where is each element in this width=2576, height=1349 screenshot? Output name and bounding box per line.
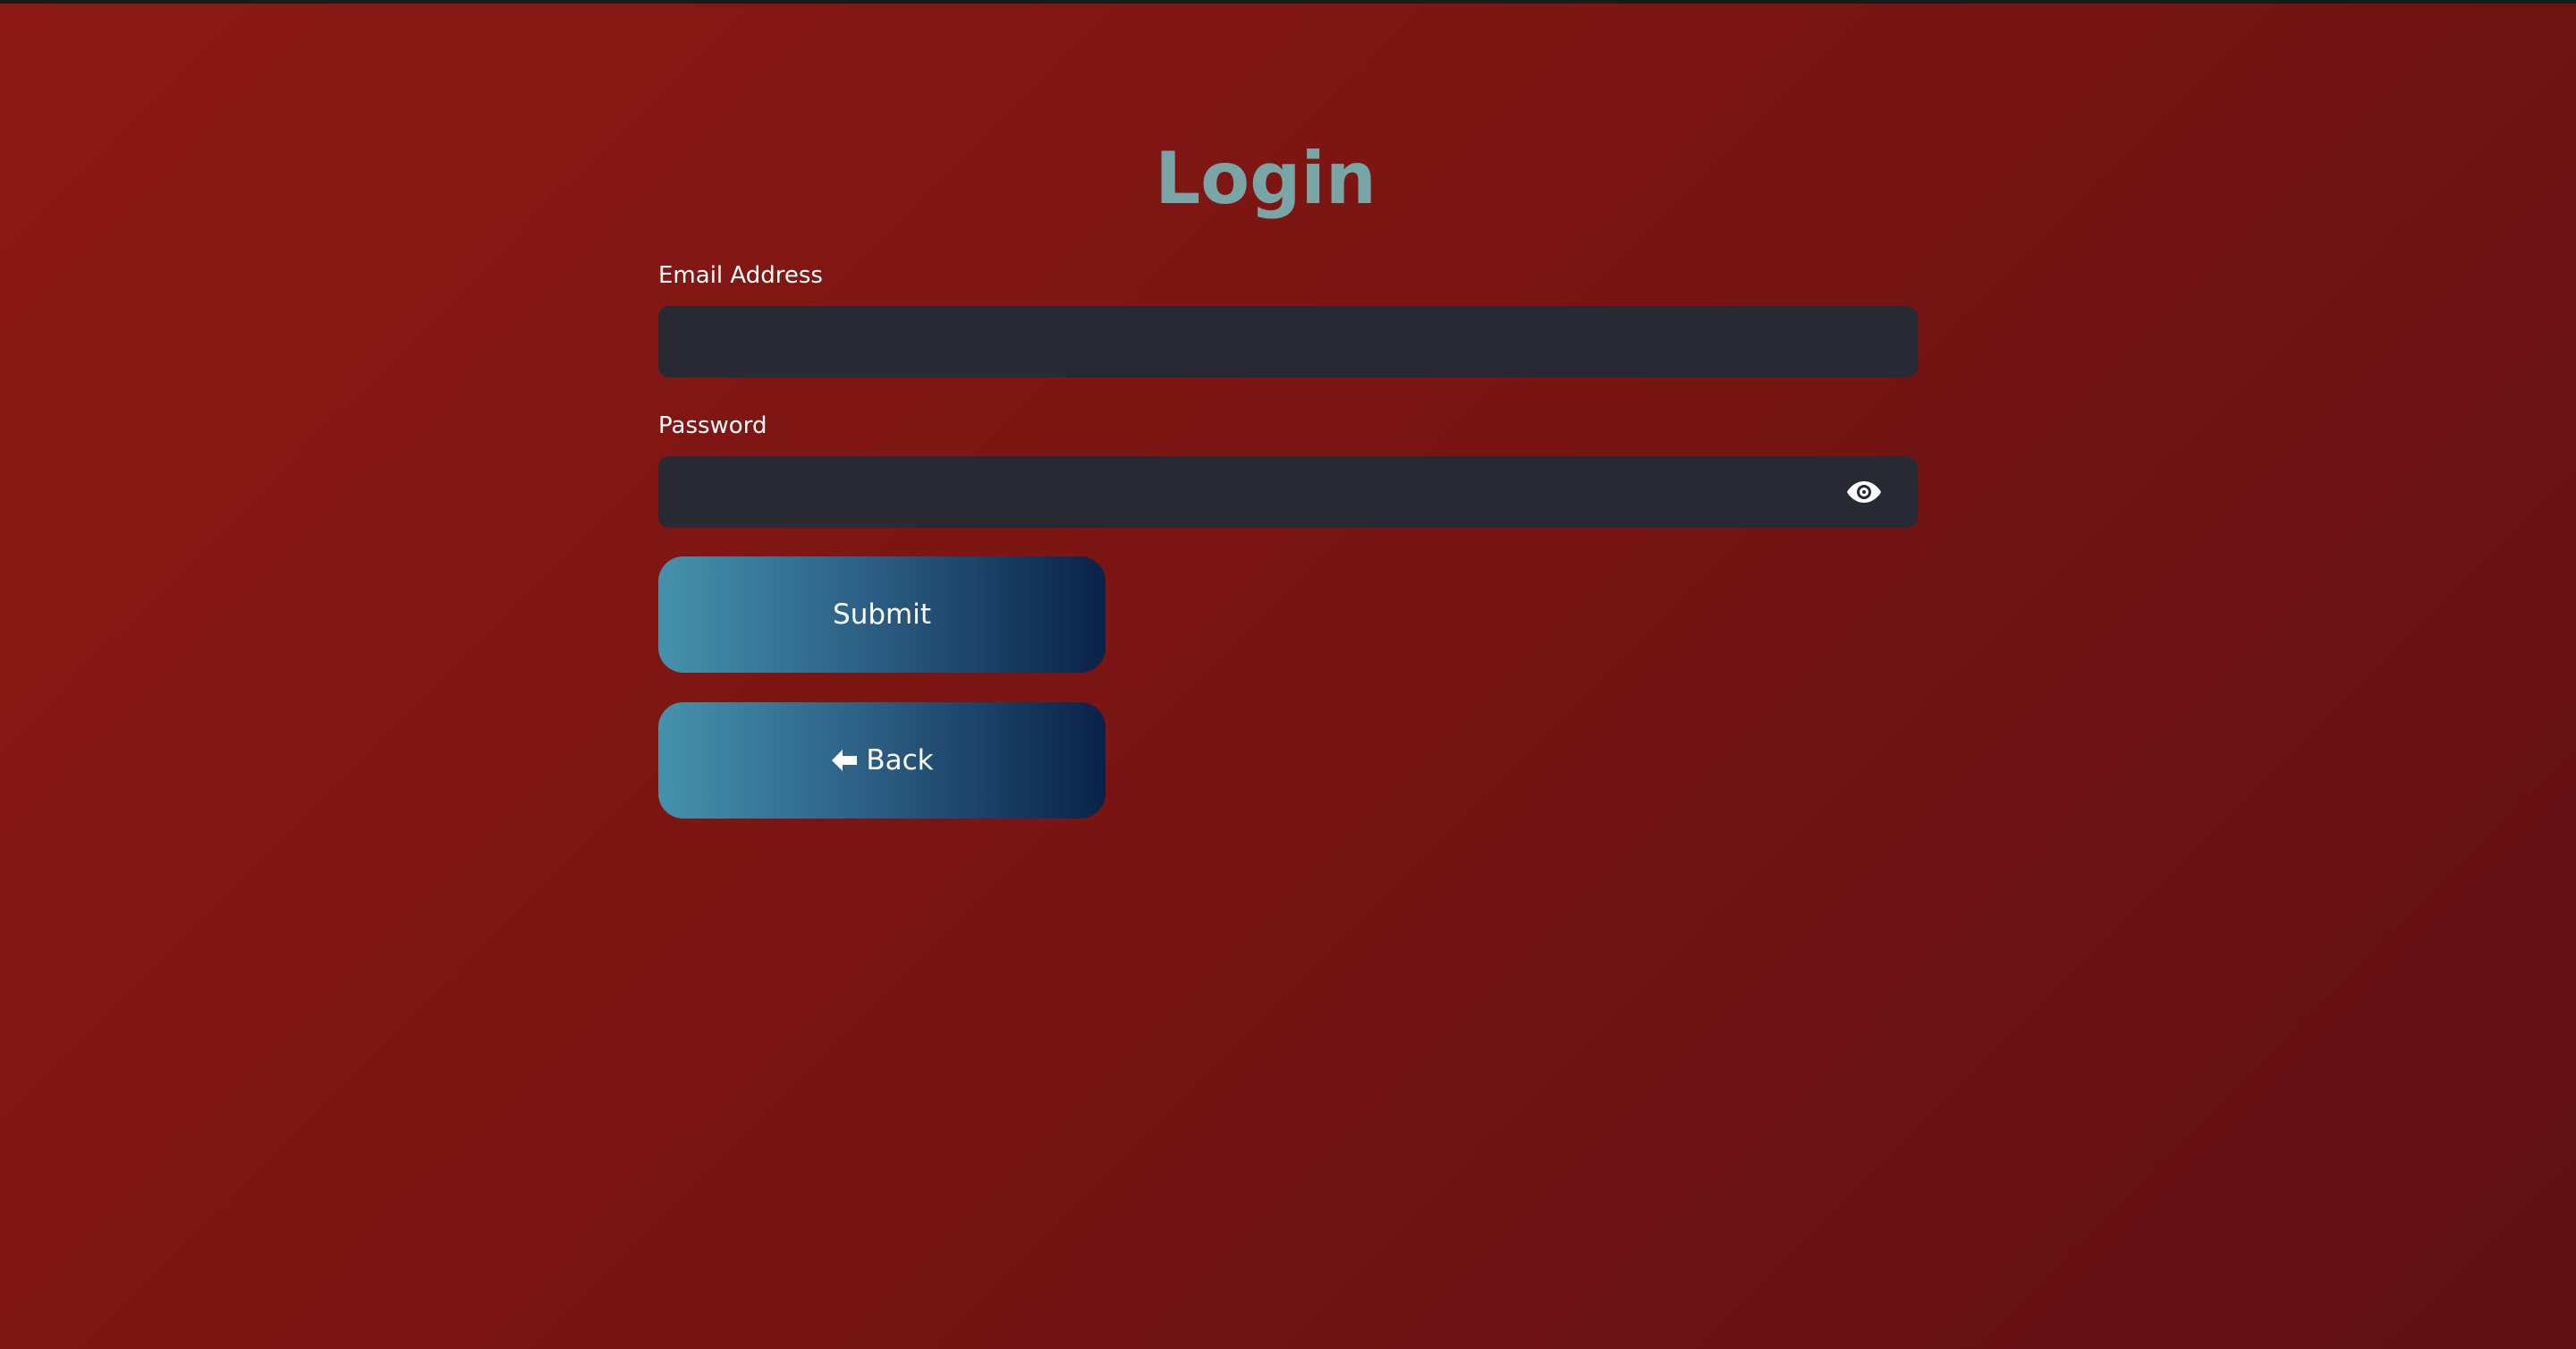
eye-icon[interactable] [1846, 478, 1882, 506]
email-label: Email Address [658, 262, 823, 289]
email-field-container [658, 306, 1918, 378]
back-button[interactable]: Back [658, 702, 1106, 819]
password-field-container [658, 456, 1918, 528]
arrow-left-icon [830, 748, 859, 773]
password-label: Password [658, 412, 767, 439]
page-title: Login [1155, 137, 1377, 220]
back-button-label: Back [866, 744, 934, 776]
submit-button-label: Submit [833, 598, 931, 631]
email-field[interactable] [658, 306, 1918, 378]
top-border [0, 0, 2576, 4]
password-field[interactable] [658, 456, 1918, 528]
submit-button[interactable]: Submit [658, 556, 1106, 673]
